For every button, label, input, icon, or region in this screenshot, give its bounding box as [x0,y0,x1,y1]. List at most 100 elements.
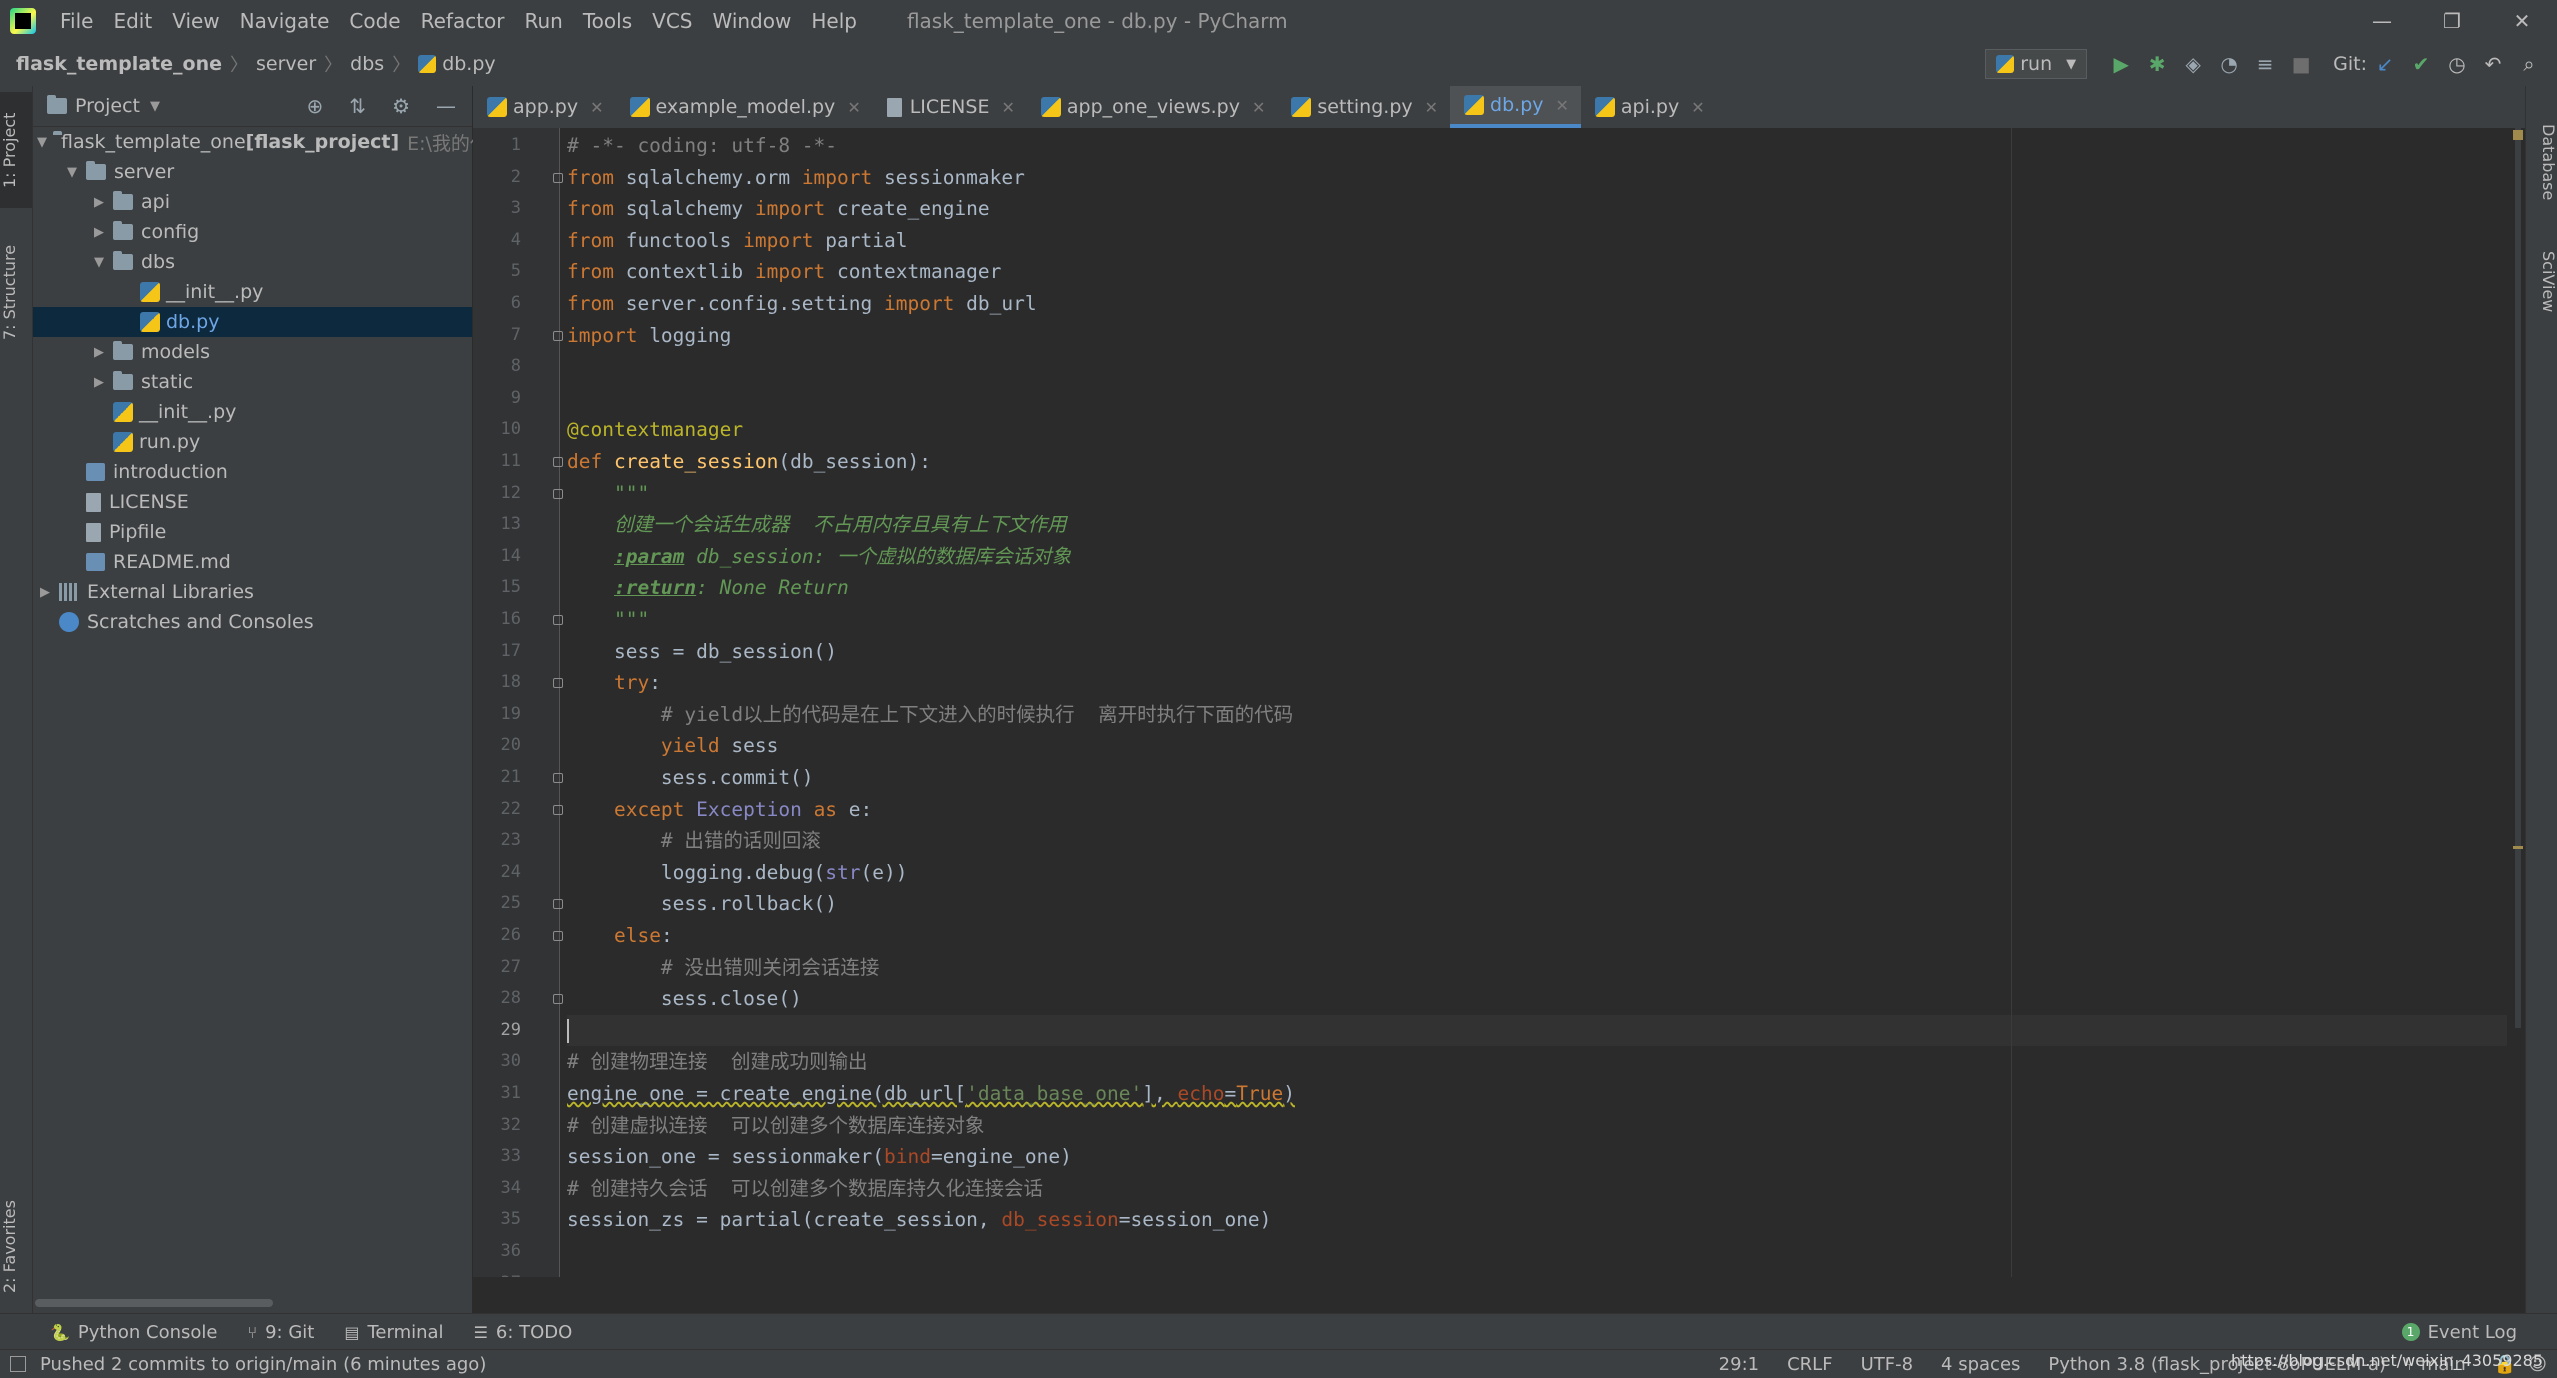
warning-marker[interactable] [2513,846,2523,849]
locate-file-icon[interactable]: ⊕ [307,94,324,118]
git-history-icon[interactable]: ◷ [2439,52,2475,76]
menu-run[interactable]: Run [515,9,573,33]
fold-marker-icon[interactable] [553,994,563,1005]
expanded-arrow-icon[interactable]: ▼ [37,135,47,150]
close-tab-icon[interactable]: ✕ [1425,98,1438,117]
close-tab-icon[interactable]: ✕ [1252,98,1265,117]
code-line[interactable]: import logging [567,320,2507,352]
code-line[interactable]: # -*- coding: utf-8 -*- [567,130,2507,162]
code-line[interactable]: # 创建持久会话 可以创建多个数据库持久化连接会话 [567,1173,2507,1205]
indent-setting[interactable]: 4 spaces [1941,1354,2020,1375]
editor-tab[interactable]: setting.py ✕ [1277,86,1450,128]
menu-file[interactable]: File [50,9,103,33]
close-tab-icon[interactable]: ✕ [847,98,860,117]
fold-marker-icon[interactable] [553,899,563,910]
fold-marker-icon[interactable] [553,457,563,467]
breadcrumb-project[interactable]: flask_template_one [16,53,222,75]
code-area[interactable]: # -*- coding: utf-8 -*- from sqlalchemy.o… [567,128,2517,1277]
code-line[interactable]: @contextmanager [567,414,2507,446]
menu-help[interactable]: Help [801,9,867,33]
code-line[interactable]: from contextlib import contextmanager [567,256,2507,288]
tree-item[interactable]: Scratches and Consoles [33,607,472,637]
collapsed-arrow-icon[interactable]: ▶ [91,375,107,390]
fold-marker-icon[interactable] [553,172,563,183]
breadcrumb-file[interactable]: db.py [442,53,495,75]
fold-marker-icon[interactable] [553,931,563,941]
editor-tab[interactable]: LICENSE ✕ [873,86,1027,128]
menu-window[interactable]: Window [702,9,801,33]
code-line[interactable]: logging.debug(str(e)) [567,857,2507,889]
collapse-all-icon[interactable]: ⇅ [349,94,366,118]
menu-edit[interactable]: Edit [103,9,162,33]
chevron-down-icon[interactable]: ▼ [150,99,160,114]
editor-tab[interactable]: db.py ✕ [1450,86,1581,128]
code-line[interactable] [567,1268,2507,1277]
tool-tab-favorites[interactable]: 2: Favorites [0,1186,32,1308]
tool-window-button[interactable]: ⑂ 9: Git [248,1322,315,1343]
editor-tab[interactable]: app.py ✕ [473,86,616,128]
tree-item[interactable]: ▶ External Libraries [33,577,472,607]
tool-tab-structure[interactable]: 7: Structure [0,226,32,358]
tree-item[interactable]: ▼ dbs [33,247,472,277]
toggle-tool-windows-icon[interactable] [10,1356,26,1372]
tool-tab-database[interactable]: Database [2526,106,2557,218]
code-line[interactable]: session_zs = partial(create_session, db_… [567,1204,2507,1236]
code-line[interactable]: 创建一个会话生成器 不占用内存且具有上下文作用 [567,509,2507,541]
menu-view[interactable]: View [162,9,229,33]
tree-item[interactable]: Pipfile [33,517,472,547]
run-configuration-select[interactable]: run ▼ [1985,49,2088,79]
line-separator[interactable]: CRLF [1787,1354,1832,1375]
editor-tab[interactable]: api.py ✕ [1581,86,1717,128]
expanded-arrow-icon[interactable]: ▼ [64,165,80,180]
profile-icon[interactable]: ◔ [2211,52,2247,76]
tree-item[interactable]: ▶ models [33,337,472,367]
code-line[interactable]: # 没出错则关闭会话连接 [567,952,2507,984]
code-line[interactable]: # yield以上的代码是在上下文进入的时候执行 离开时执行下面的代码 [567,699,2507,731]
expanded-arrow-icon[interactable]: ▼ [91,255,107,270]
editor-tab[interactable]: example_model.py ✕ [616,86,873,128]
collapsed-arrow-icon[interactable]: ▶ [91,195,107,210]
tree-item[interactable]: ▼ server [33,157,472,187]
scrollbar-thumb[interactable] [2515,128,2521,1028]
tree-item[interactable]: introduction [33,457,472,487]
code-line[interactable]: sess = db_session() [567,636,2507,668]
code-line[interactable]: from functools import partial [567,225,2507,257]
run-icon[interactable]: ▶ [2103,52,2139,76]
menu-refactor[interactable]: Refactor [411,9,515,33]
code-line[interactable]: from sqlalchemy import create_engine [567,193,2507,225]
debug-icon[interactable]: ✱ [2139,52,2175,76]
coverage-icon[interactable]: ◈ [2175,52,2211,76]
code-line[interactable]: """ [567,478,2507,510]
git-commit-icon[interactable]: ✔ [2403,52,2439,76]
fold-marker-icon[interactable] [553,678,563,689]
tree-item[interactable]: ▶ static [33,367,472,397]
menu-code[interactable]: Code [339,9,410,33]
editor-tab[interactable]: app_one_views.py ✕ [1027,86,1278,128]
collapsed-arrow-icon[interactable]: ▶ [91,225,107,240]
close-tab-icon[interactable]: ✕ [1691,98,1704,117]
code-line[interactable]: sess.close() [567,983,2507,1015]
close-tab-icon[interactable]: ✕ [590,98,603,117]
code-line[interactable] [567,351,2507,383]
stop-icon[interactable]: ■ [2283,52,2319,76]
code-line[interactable] [567,1014,2507,1047]
code-line[interactable] [567,383,2507,415]
tool-window-button[interactable]: ▤ Terminal [344,1322,443,1343]
fold-marker-icon[interactable] [553,804,563,815]
tree-item[interactable]: README.md [33,547,472,577]
tree-item[interactable]: run.py [33,427,472,457]
code-line[interactable]: except Exception as e: [567,794,2507,826]
code-line[interactable]: engine_one = create_engine(db_url['data_… [567,1078,2507,1110]
code-line[interactable]: yield sess [567,730,2507,762]
status-message[interactable]: Pushed 2 commits to origin/main (6 minut… [40,1354,486,1375]
tool-window-button[interactable]: 🐍 Python Console [50,1322,218,1343]
code-line[interactable]: """ [567,604,2507,636]
collapsed-arrow-icon[interactable]: ▶ [91,345,107,360]
code-line[interactable]: from sqlalchemy.orm import sessionmaker [567,162,2507,194]
project-header-label[interactable]: Project [75,95,140,117]
code-line[interactable]: # 创建物理连接 创建成功则输出 [567,1046,2507,1078]
breadcrumb-dbs[interactable]: dbs [350,53,384,75]
gear-icon[interactable]: ⚙ [392,94,410,118]
fold-marker-icon[interactable] [553,488,563,499]
close-tab-icon[interactable]: ✕ [1001,98,1014,117]
